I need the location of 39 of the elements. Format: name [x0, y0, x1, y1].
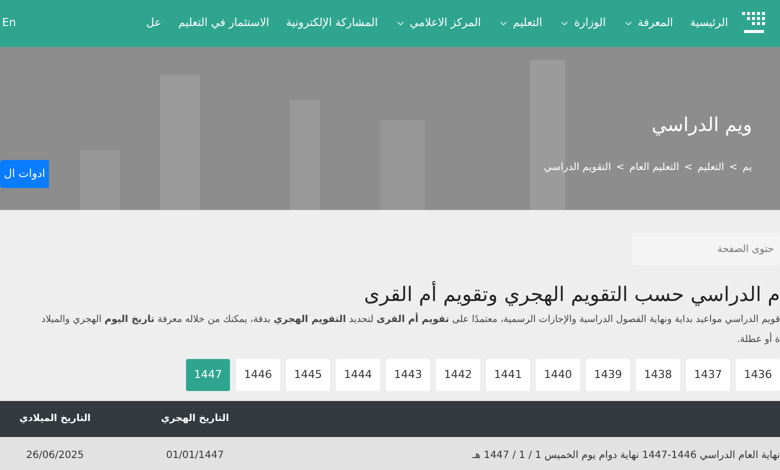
intro-paragraph: قويم الدراسي مواعيد بداية ونهاية الفصول الدراسية والإجازات الرسمية، معتمدًا على تقويم أم القرى لتحديد التقويم الهجري بدقة، يمكنك من خلاله معرفة تاريخ اليوم الهجري والميلاد	[41, 312, 780, 327]
nav-item[interactable]: الرئيسية	[690, 15, 728, 32]
nav-item[interactable]: المشاركة الإلكترونية	[286, 15, 378, 32]
intro-paragraph: ة أو عطلة.	[737, 332, 780, 347]
year-tab[interactable]: 1440	[536, 359, 580, 391]
section-heading: م الدراسي حسب التقويم الهجري وتقويم أم القرى	[364, 280, 780, 308]
breadcrumb-link[interactable]: التعليم	[698, 160, 724, 174]
column-header: التاريخ الميلادي	[18, 412, 92, 426]
year-tab[interactable]: 1444	[336, 359, 380, 391]
table-cell-text: 26/06/2025	[25, 448, 85, 462]
language-link[interactable]: En	[2, 15, 16, 32]
table-cell-text: نهاية العام الدراسي 1446-1447 نهاية دوام يوم الخميس 1 / 1 / 1447 هـ	[471, 448, 780, 462]
breadcrumb-link[interactable]: التعليم العام	[629, 160, 680, 174]
breadcrumb-separator: >	[684, 160, 692, 174]
nav-item[interactable]: الاستثمار في التعليم	[178, 15, 270, 32]
search-field[interactable]: حتوى الصفحة	[632, 233, 780, 265]
nav-item[interactable]: المعرفة	[622, 15, 674, 32]
tools-button[interactable]: ادوات ال	[0, 160, 50, 188]
column-header: التاريخ الهجري	[160, 412, 230, 426]
table-cell-text: 01/01/1447	[165, 448, 225, 462]
page-title: ويم الدراسي	[652, 113, 752, 138]
year-tab[interactable]: 1438	[636, 359, 680, 391]
breadcrumb-separator: >	[616, 160, 624, 174]
year-tab[interactable]: 1437	[686, 359, 730, 391]
nav-item[interactable]: عل	[146, 15, 162, 32]
year-tab[interactable]: 1442	[436, 359, 480, 391]
year-tab[interactable]: 1445	[286, 359, 330, 391]
year-tab[interactable]: 1439	[586, 359, 630, 391]
nav-item[interactable]: التعليم	[498, 15, 542, 32]
year-tab[interactable]: 1441	[486, 359, 530, 391]
year-tab[interactable]: 1436	[736, 359, 780, 391]
year-tab[interactable]: 1446	[236, 359, 280, 391]
year-tab[interactable]: 1443	[386, 359, 430, 391]
breadcrumb-separator: >	[729, 160, 738, 174]
year-tab[interactable]: 1447	[186, 359, 230, 391]
nav-item[interactable]: الوزارة	[559, 15, 606, 32]
breadcrumb-link[interactable]: التقويم الدراسي	[544, 160, 611, 174]
nav-item[interactable]: المركز الاعلامي	[394, 15, 481, 32]
breadcrumb-link[interactable]: يم	[742, 160, 752, 174]
